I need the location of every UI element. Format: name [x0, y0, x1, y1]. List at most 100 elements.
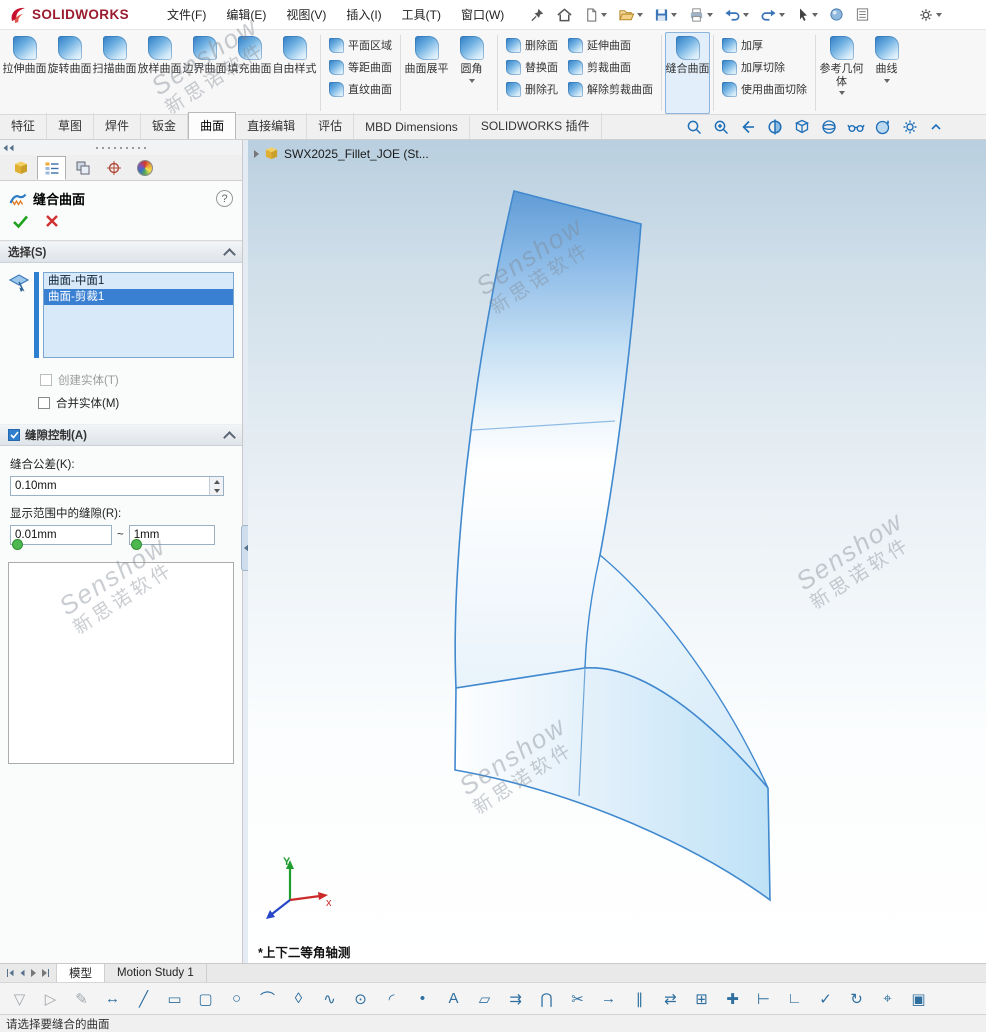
offset-entities-icon[interactable]: ∥ — [624, 990, 655, 1008]
triad-z-axis[interactable] — [266, 900, 290, 919]
triad-x-axis[interactable]: x — [290, 892, 332, 909]
thickened-cut-button[interactable]: 加厚切除 — [722, 59, 807, 75]
edit-appearance-icon[interactable] — [874, 118, 892, 136]
sketch-icon[interactable]: ✎ — [66, 990, 97, 1008]
gap-range-min-input[interactable] — [11, 526, 111, 544]
selection-filter-icon[interactable]: ▽ — [4, 990, 35, 1008]
tab-sheet-metal[interactable]: 钣金 — [141, 113, 188, 139]
create-solid-checkbox-row[interactable]: 创建实体(T) — [0, 368, 242, 391]
mirror-entities-icon[interactable]: ⇄ — [655, 990, 686, 1008]
orientation-triad[interactable]: Y x — [256, 852, 336, 932]
property-manager-tab[interactable] — [37, 156, 66, 180]
tab-weldments[interactable]: 焊件 — [94, 113, 141, 139]
model-tab[interactable]: 模型 — [57, 964, 105, 982]
last-tab-icon[interactable] — [42, 969, 49, 977]
new-document-icon[interactable] — [584, 7, 607, 23]
revolved-surface-button[interactable]: 旋转曲面 — [47, 32, 92, 114]
delete-face-button[interactable]: 删除面 — [506, 37, 558, 53]
section-view-icon[interactable] — [766, 118, 784, 136]
cancel-button[interactable] — [45, 214, 59, 232]
freeform-button[interactable]: 自由样式 — [272, 32, 317, 114]
gap-control-group-header[interactable]: 缝隙控制(A) — [0, 424, 242, 446]
select-dropdown-icon[interactable] — [812, 13, 818, 17]
save-dropdown-icon[interactable] — [671, 13, 677, 17]
options-dropdown-icon[interactable] — [936, 13, 942, 17]
fully-define-sketch-icon[interactable]: ✓ — [810, 990, 841, 1008]
expand-tree-icon[interactable] — [254, 150, 259, 158]
point-icon[interactable]: • — [407, 990, 438, 1007]
next-tab-icon[interactable] — [31, 969, 36, 977]
hide-show-items-icon[interactable] — [847, 118, 865, 136]
zoom-to-fit-icon[interactable] — [685, 118, 703, 136]
display-style-icon[interactable] — [820, 118, 838, 136]
previous-view-icon[interactable] — [739, 118, 757, 136]
smart-dimension-icon[interactable]: ↔ — [97, 990, 128, 1007]
fillet-button[interactable]: 圆角 — [449, 32, 494, 114]
repair-sketch-icon[interactable]: ↻ — [841, 990, 872, 1008]
home-icon[interactable] — [556, 7, 573, 23]
menu-tools[interactable]: 工具(T) — [392, 2, 451, 27]
view-orientation-icon[interactable] — [793, 118, 811, 136]
task-pane-icon[interactable] — [855, 7, 870, 22]
undo-dropdown-icon[interactable] — [743, 13, 749, 17]
replace-face-button[interactable]: 替换面 — [506, 59, 558, 75]
panel-resize-grip[interactable] — [0, 140, 242, 155]
ellipse-icon[interactable]: ⊙ — [345, 990, 376, 1008]
lofted-surface-button[interactable]: 放样曲面 — [137, 32, 182, 114]
configuration-manager-tab[interactable] — [68, 156, 97, 180]
trim-surface-button[interactable]: 剪裁曲面 — [568, 59, 653, 75]
intersection-curve-icon[interactable]: ⋂ — [531, 990, 562, 1008]
tab-evaluate[interactable]: 评估 — [307, 113, 354, 139]
polygon-icon[interactable]: ◊ — [283, 990, 314, 1007]
gap-range-max-input[interactable] — [130, 526, 214, 544]
appearances-tab[interactable] — [130, 156, 159, 180]
curves-button[interactable]: 曲线 — [864, 32, 909, 114]
quick-snaps-icon[interactable]: ⌖ — [872, 990, 903, 1007]
surfaces-selection-list[interactable]: 曲面-中面1 曲面-剪裁1 — [43, 272, 234, 358]
planar-surface-button[interactable]: 平面区域 — [329, 37, 392, 53]
appearance-sphere-icon[interactable] — [829, 7, 844, 22]
selection-group-header[interactable]: 选择(S) — [0, 241, 242, 263]
undo-icon[interactable] — [724, 7, 749, 23]
merge-entities-checkbox[interactable] — [38, 397, 50, 409]
print-dropdown-icon[interactable] — [707, 13, 713, 17]
swept-surface-button[interactable]: 扫描曲面 — [92, 32, 137, 114]
delete-hole-button[interactable]: 删除孔 — [506, 81, 558, 97]
spin-up-icon[interactable] — [210, 477, 223, 486]
convert-entities-icon[interactable]: ⇉ — [500, 990, 531, 1008]
merge-entities-checkbox-row[interactable]: 合并实体(M) — [0, 391, 242, 414]
linear-sketch-pattern-icon[interactable]: ⊞ — [686, 990, 717, 1008]
filled-surface-button[interactable]: 填充曲面 — [227, 32, 272, 114]
menu-insert[interactable]: 插入(I) — [336, 2, 391, 27]
reference-geometry-button[interactable]: 参考几何体 — [819, 32, 864, 114]
redo-dropdown-icon[interactable] — [779, 13, 785, 17]
open-dropdown-icon[interactable] — [637, 13, 643, 17]
spline-icon[interactable]: ∿ — [314, 990, 345, 1008]
tab-solidworks-addins[interactable]: SOLIDWORKS 插件 — [470, 113, 602, 139]
dimxpert-manager-tab[interactable] — [99, 156, 128, 180]
curves-dropdown-icon[interactable] — [884, 79, 890, 83]
selection-list-item[interactable]: 曲面-中面1 — [44, 273, 233, 289]
gap-control-checkbox[interactable] — [8, 429, 20, 441]
zoom-to-area-icon[interactable] — [712, 118, 730, 136]
tab-mbd-dimensions[interactable]: MBD Dimensions — [354, 116, 470, 139]
sketch-fillet-icon[interactable]: ◜ — [376, 990, 407, 1008]
new-document-dropdown-icon[interactable] — [601, 13, 607, 17]
gap-range-max-slider-handle[interactable] — [131, 539, 142, 550]
collapse-toolbar-icon[interactable] — [928, 118, 944, 136]
help-button[interactable]: ? — [216, 190, 233, 207]
options-gear-icon[interactable] — [918, 7, 942, 23]
centerpoint-arc-icon[interactable]: ⌒ — [252, 988, 283, 1009]
print-icon[interactable] — [688, 7, 713, 23]
selection-list-item[interactable]: 曲面-剪裁1 — [44, 289, 233, 305]
knitting-tolerance-input[interactable] — [11, 477, 209, 495]
display-relations-icon[interactable]: ⊢ — [748, 990, 779, 1008]
create-solid-checkbox[interactable] — [40, 374, 52, 386]
offset-surface-button[interactable]: 等距曲面 — [329, 59, 392, 75]
menu-view[interactable]: 视图(V) — [276, 2, 336, 27]
circle-icon[interactable]: ○ — [221, 990, 252, 1007]
feature-manager-tab[interactable] — [6, 156, 35, 180]
line-icon[interactable]: ╱ — [128, 990, 159, 1008]
tab-surfaces[interactable]: 曲面 — [188, 112, 236, 139]
gap-range-min-slider-handle[interactable] — [12, 539, 23, 550]
